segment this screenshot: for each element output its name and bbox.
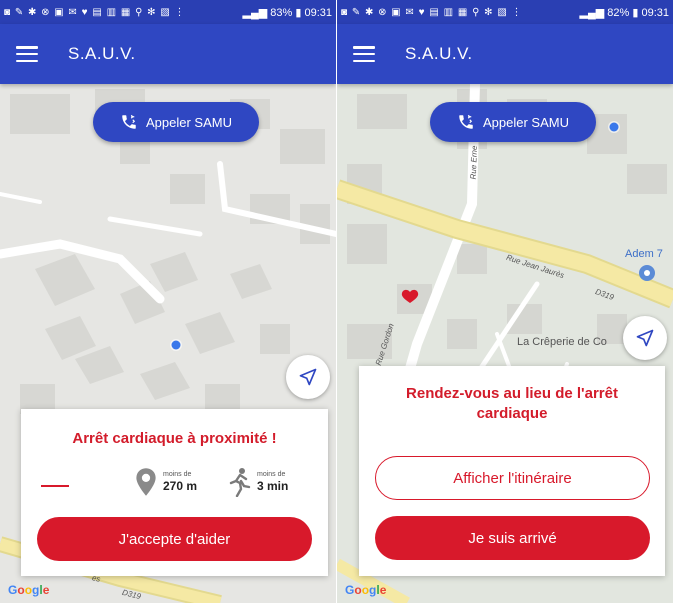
alert-card: Arrêt cardiaque à proximité ! moins de 2… [21, 409, 328, 576]
screen-left: ◙ ✎ ✱ ⊗ ▣ ✉ ♥ ▤ ▥ ▦ ⚲ ✻ ▧ ⋮ ▂▄▆ 83% ▮ 09… [0, 0, 336, 603]
google-logo: Google [345, 583, 387, 597]
app-title: S.A.U.V. [405, 44, 473, 63]
status-icons: ◙ ✎ ✱ ⊗ ▣ ✉ ♥ ▤ ▥ ▦ ⚲ ✻ ▧ ⋮ [4, 6, 186, 18]
poi-label-adem: Adem 7 [625, 248, 663, 260]
distance-caption: moins de [163, 471, 192, 478]
call-samu-button[interactable]: Appeler SAMU [430, 102, 596, 142]
navigation-arrow-icon [299, 368, 317, 386]
call-samu-button[interactable]: Appeler SAMU [93, 102, 259, 142]
walk-time-stat: moins de 3 min [227, 467, 288, 497]
directions-card: Rendez-vous au lieu de l'arrêt cardiaque… [359, 366, 665, 576]
signal-icon: ▂▄▆ [579, 6, 608, 19]
status-right: ▂▄▆ 83% ▮ 09:31 [242, 6, 332, 19]
battery-level: 83% [270, 6, 293, 19]
clock: 09:31 [641, 6, 669, 19]
walk-time-value: 3 min [257, 479, 289, 493]
locate-me-button[interactable] [286, 355, 330, 399]
app-title: S.A.U.V. [68, 44, 136, 63]
user-location-dot [609, 122, 619, 132]
call-samu-label: Appeler SAMU [146, 114, 232, 130]
distance-stat: moins de 270 m [135, 467, 197, 497]
screen-right: ◙ ✎ ✱ ⊗ ▣ ✉ ♥ ▤ ▥ ▦ ⚲ ✻ ▧ ⋮ ▂▄▆ 82% ▮ 09… [337, 0, 673, 603]
walk-time-caption: moins de [257, 471, 286, 478]
app-bar: S.A.U.V. [337, 24, 673, 84]
clock: 09:31 [304, 6, 332, 19]
status-bar: ◙ ✎ ✱ ⊗ ▣ ✉ ♥ ▤ ▥ ▦ ⚲ ✻ ▧ ⋮ ▂▄▆ 83% ▮ 09… [0, 0, 336, 24]
accept-help-button[interactable]: J'accepte d'aider [37, 517, 312, 561]
arrived-button[interactable]: Je suis arrivé [375, 516, 650, 560]
divider-line [41, 485, 69, 487]
distance-value: 270 m [163, 479, 198, 493]
google-logo: Google [8, 583, 50, 597]
poi-label-creperie: La Crêperie de Co [517, 336, 607, 348]
alert-title: Arrêt cardiaque à proximité ! [72, 430, 277, 447]
navigation-arrow-icon [636, 329, 654, 347]
status-bar: ◙ ✎ ✱ ⊗ ▣ ✉ ♥ ▤ ▥ ▦ ⚲ ✻ ▧ ⋮ ▂▄▆ 82% ▮ 09… [337, 0, 673, 24]
directions-title: Rendez-vous au lieu de l'arrêt cardiaque [406, 385, 618, 422]
signal-icon: ▂▄▆ [242, 6, 271, 19]
locate-me-button[interactable] [623, 316, 667, 360]
phone-icon [459, 114, 473, 129]
show-itinerary-button[interactable]: Afficher l'itinéraire [375, 456, 650, 500]
user-location-dot [171, 340, 181, 350]
status-right: ▂▄▆ 82% ▮ 09:31 [579, 6, 669, 19]
app-bar: S.A.U.V. [0, 24, 336, 84]
battery-level: 82% [607, 6, 630, 19]
road-label-ernest: Rue Erne [468, 145, 479, 180]
menu-icon[interactable] [353, 46, 375, 62]
walking-person-icon [229, 468, 251, 497]
status-icons: ◙ ✎ ✱ ⊗ ▣ ✉ ♥ ▤ ▥ ▦ ⚲ ✻ ▧ ⋮ [341, 6, 523, 18]
call-samu-label: Appeler SAMU [483, 114, 569, 130]
phone-icon [122, 114, 136, 129]
location-pin-icon [136, 468, 156, 496]
menu-icon[interactable] [16, 46, 38, 62]
